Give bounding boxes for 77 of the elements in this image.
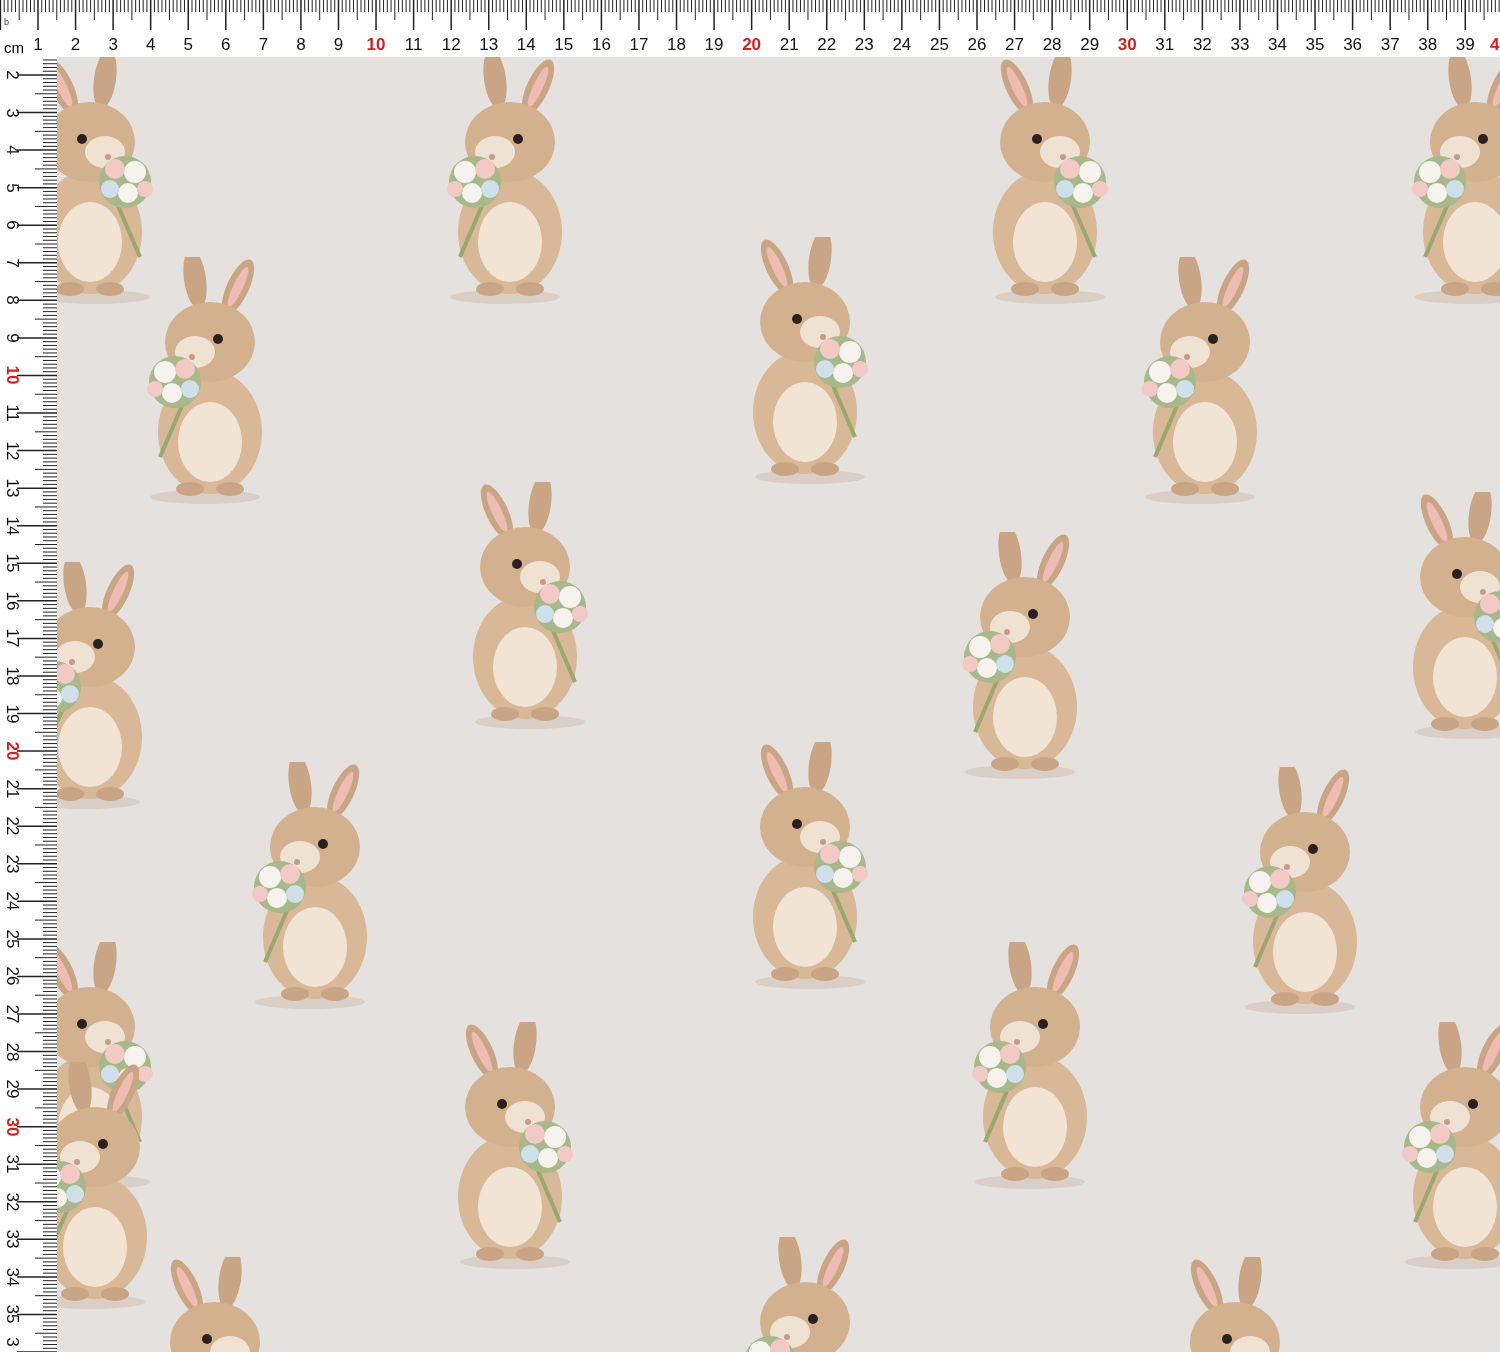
- ruler-number: 21: [779, 36, 799, 53]
- ruler-number: 20: [3, 740, 23, 763]
- ruler-number: 34: [3, 1266, 23, 1289]
- ruler-number: 23: [3, 853, 23, 876]
- ruler-number: 2: [3, 69, 23, 82]
- ruler-number: 3: [108, 36, 118, 53]
- ruler-number: 26: [967, 36, 987, 53]
- ruler-number: 39: [1455, 36, 1475, 53]
- ruler-number: 7: [3, 257, 23, 270]
- ruler-number: 12: [3, 440, 23, 463]
- ruler-number: 27: [3, 1003, 23, 1026]
- ruler-number: 2: [70, 36, 81, 53]
- ruler-number: 24: [3, 890, 23, 913]
- ruler-number: 15: [3, 552, 23, 575]
- ruler-number: 33: [3, 1228, 23, 1251]
- ruler-number: 19: [704, 36, 724, 53]
- ruler-number: 7: [258, 36, 269, 53]
- ruler-number: 25: [3, 928, 23, 951]
- ruler-number: 6: [221, 36, 231, 53]
- ruler-number: 17: [629, 36, 649, 53]
- ruler-number: 15: [554, 36, 574, 53]
- ruler-number: 1: [33, 36, 43, 53]
- ruler-number: 3: [3, 106, 23, 120]
- ruler-number: 37: [1380, 36, 1400, 53]
- ruler-number: 4: [3, 144, 23, 157]
- ruler-number: 34: [1268, 36, 1287, 53]
- ruler-number: 14: [516, 36, 536, 53]
- ruler-number: 13: [3, 477, 23, 500]
- ruler-number: 11: [3, 403, 23, 424]
- ruler-number: 30: [1117, 36, 1137, 53]
- ruler-number: 10: [366, 36, 386, 53]
- ruler-number: 18: [3, 665, 23, 688]
- ruler-number: 22: [817, 36, 837, 53]
- ruler-number: 33: [1230, 36, 1250, 53]
- ruler-number: 3: [3, 1336, 23, 1349]
- ruler-number: 9: [333, 36, 344, 53]
- ruler-number: 29: [3, 1078, 23, 1101]
- ruler-number: 12: [441, 36, 461, 53]
- ruler-number: 9: [3, 332, 23, 345]
- ruler-number: 5: [3, 181, 23, 195]
- ruler-number: 16: [3, 590, 23, 613]
- corner-mark: b: [4, 18, 9, 27]
- ruler-number: 4: [1490, 36, 1500, 53]
- ruler-number: 30: [3, 1116, 23, 1139]
- ruler-number: 11: [404, 36, 423, 53]
- ruler-number: 21: [3, 778, 23, 801]
- ruler-number: 26: [3, 965, 23, 988]
- ruler-number: 31: [3, 1153, 23, 1176]
- ruler-number: 22: [3, 815, 23, 838]
- ruler-number: 23: [854, 36, 874, 53]
- unit-label: cm: [4, 40, 24, 55]
- ruler-number: 13: [479, 36, 499, 53]
- ruler-number: 14: [3, 515, 23, 538]
- ruler-number: 18: [667, 36, 686, 53]
- ruler-number: 6: [3, 219, 23, 232]
- ruler-number: 29: [1080, 36, 1100, 53]
- ruler-number: 19: [3, 703, 23, 725]
- ruler-number: 24: [892, 36, 912, 53]
- ruler-number: 10: [3, 365, 23, 387]
- ruler-number: 25: [930, 36, 949, 53]
- ruler-number: 32: [1192, 36, 1212, 53]
- ruler-number: 35: [1305, 36, 1325, 53]
- ruler-number: 8: [3, 294, 23, 308]
- ruler-number: 38: [1418, 36, 1438, 53]
- ruler-number: 35: [3, 1304, 23, 1326]
- ruler-number: 17: [3, 627, 23, 650]
- ruler-number: 27: [1005, 36, 1024, 53]
- ruler-number: 8: [296, 36, 306, 53]
- ruler-number: 32: [3, 1191, 23, 1214]
- ruler-number: 5: [183, 36, 193, 53]
- ruler-number: 4: [145, 36, 156, 53]
- ruler-number: 28: [3, 1041, 23, 1063]
- ruler-number: 36: [1343, 36, 1363, 53]
- ruler-number: 31: [1155, 36, 1175, 53]
- ruler-number: 28: [1042, 36, 1062, 53]
- ruler-number: 16: [591, 36, 611, 53]
- ruler-number: 20: [742, 36, 762, 53]
